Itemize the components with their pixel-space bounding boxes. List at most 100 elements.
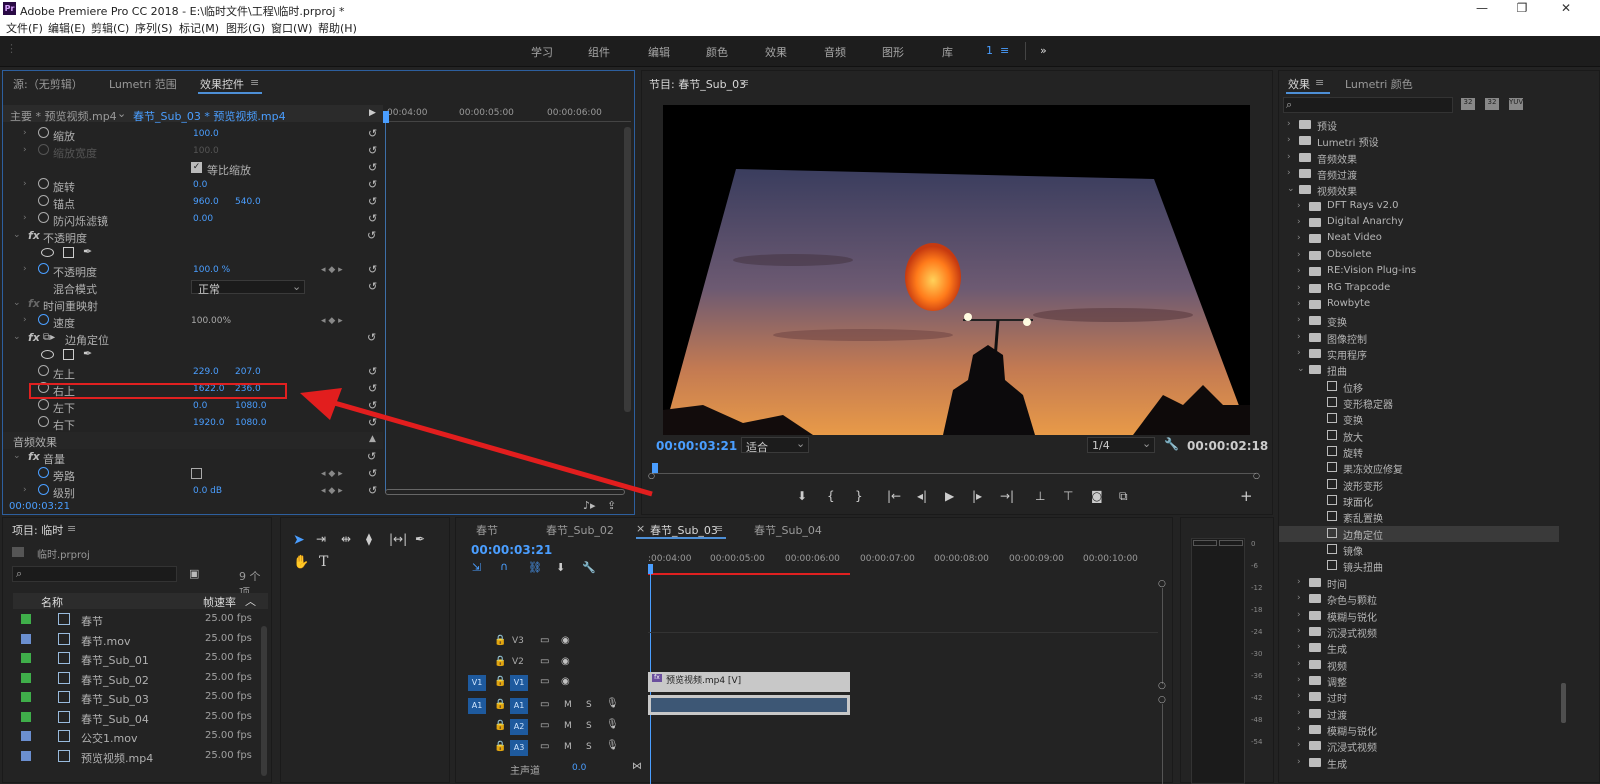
- master-volume[interactable]: 0.0: [572, 763, 586, 773]
- effect-folder[interactable]: › 沉浸式视频: [1279, 738, 1559, 754]
- effect-folder[interactable]: › 生成: [1279, 640, 1559, 656]
- expand-arrow-icon[interactable]: ›: [1297, 233, 1301, 243]
- expand-arrow-icon[interactable]: ›: [1297, 757, 1301, 767]
- effect-item[interactable]: 球面化: [1279, 493, 1559, 509]
- reset-icon[interactable]: ↺: [368, 127, 377, 140]
- menu-graphics[interactable]: 图形(G): [226, 20, 265, 36]
- expand-arrow-icon[interactable]: ›: [1297, 740, 1301, 750]
- expand-arrow-icon[interactable]: ›: [1297, 626, 1301, 636]
- effect-folder[interactable]: › 视频: [1279, 657, 1559, 673]
- effect-item[interactable]: 果冻效应修复: [1279, 460, 1559, 476]
- label-color-swatch[interactable]: [21, 633, 31, 644]
- workspace-learn[interactable]: 学习: [531, 44, 553, 60]
- fx-icon[interactable]: fx: [28, 331, 40, 344]
- property-value[interactable]: 0.0: [193, 401, 207, 411]
- project-item[interactable]: 春节_Sub_02 25.00 fps: [13, 669, 268, 688]
- resolution-select[interactable]: 1/4 ⌄: [1087, 437, 1155, 453]
- effect-folder[interactable]: › Lumetri 预设: [1279, 133, 1559, 149]
- property-value[interactable]: 100.0 %: [193, 265, 230, 275]
- project-item[interactable]: 春节_Sub_03 25.00 fps: [13, 688, 268, 707]
- effect-folder[interactable]: › 沉浸式视频: [1279, 624, 1559, 640]
- chevron-down-icon[interactable]: ⌄: [117, 107, 126, 120]
- reset-icon[interactable]: ↺: [368, 212, 377, 225]
- reset-icon[interactable]: ↺: [368, 365, 377, 378]
- project-item[interactable]: 春节 25.00 fps: [13, 610, 268, 629]
- menu-clip[interactable]: 剪辑(C): [91, 20, 129, 36]
- property-value[interactable]: 960.0: [193, 197, 219, 207]
- scroll-handle[interactable]: ○: [1158, 681, 1166, 691]
- menu-file[interactable]: 文件(F): [6, 20, 43, 36]
- play-icon[interactable]: ▶: [945, 489, 954, 503]
- sequence-tab[interactable]: 春节_Sub_02: [546, 522, 614, 538]
- expand-arrow-icon[interactable]: ›: [23, 213, 27, 223]
- mute-button[interactable]: M: [564, 742, 572, 752]
- lock-icon[interactable]: 🔒: [494, 656, 506, 667]
- expand-arrow-icon[interactable]: ›: [1297, 577, 1301, 587]
- type-tool-icon[interactable]: T: [319, 554, 328, 570]
- effect-folder[interactable]: › 调整: [1279, 673, 1559, 689]
- property-value[interactable]: 1920.0: [193, 418, 225, 428]
- v-scroll-track[interactable]: [1162, 704, 1163, 784]
- sync-icon[interactable]: ▭: [540, 676, 549, 687]
- project-search-input[interactable]: ⌕: [12, 566, 177, 582]
- rectangle-mask-icon[interactable]: [63, 349, 74, 360]
- expand-arrow-icon[interactable]: ›: [1287, 152, 1291, 162]
- stopwatch-icon[interactable]: [38, 365, 49, 376]
- stopwatch-icon[interactable]: [38, 195, 49, 206]
- expand-arrow-icon[interactable]: ›: [1287, 168, 1291, 178]
- hand-tool-icon[interactable]: ✋: [293, 555, 309, 570]
- effect-folder[interactable]: › 预设: [1279, 117, 1559, 133]
- expand-arrow-icon[interactable]: ›: [23, 264, 27, 274]
- wrench-icon[interactable]: 🔧: [1164, 437, 1179, 451]
- track-select-tool-icon[interactable]: ⇥: [316, 532, 326, 546]
- property-value[interactable]: 1080.0: [235, 418, 267, 428]
- mic-icon[interactable]: 🎙: [606, 698, 619, 709]
- effect-folder[interactable]: › 模糊与锐化: [1279, 722, 1559, 738]
- ripple-edit-tool-icon[interactable]: ⇹: [341, 532, 351, 546]
- expand-arrow-icon[interactable]: ›: [1297, 708, 1301, 718]
- add-marker-icon[interactable]: ⬇: [556, 561, 565, 574]
- maximize-icon[interactable]: ❐: [1502, 1, 1542, 17]
- panel-menu-icon[interactable]: ≡: [714, 522, 723, 535]
- expand-arrow-icon[interactable]: ›: [1297, 266, 1301, 276]
- play-audio-icon[interactable]: ♪▸: [583, 499, 596, 512]
- keyframe-nav-icon[interactable]: ◂ ◆ ▸: [321, 265, 343, 275]
- effect-folder[interactable]: › 模糊与锐化: [1279, 608, 1559, 624]
- effect-folder[interactable]: › 实用程序: [1279, 346, 1559, 362]
- project-item[interactable]: 春节_Sub_01 25.00 fps: [13, 649, 268, 668]
- track-target-v1[interactable]: V1: [510, 675, 528, 691]
- workspace-effects[interactable]: 效果: [765, 44, 787, 60]
- ellipse-mask-icon[interactable]: [41, 248, 54, 257]
- stopwatch-icon[interactable]: [38, 484, 49, 495]
- stopwatch-icon[interactable]: [38, 263, 49, 274]
- expand-arrow-icon[interactable]: ›: [1297, 675, 1301, 685]
- menu-sequence[interactable]: 序列(S): [135, 20, 173, 36]
- expand-arrow-icon[interactable]: ›: [1297, 724, 1301, 734]
- collapse-arrow-icon[interactable]: ⌄: [13, 230, 21, 240]
- stopwatch-icon[interactable]: [38, 399, 49, 410]
- stopwatch-icon[interactable]: [38, 127, 49, 138]
- panel-menu-icon[interactable]: ≡: [1315, 76, 1324, 89]
- effects-search-input[interactable]: ⌕: [1283, 97, 1453, 113]
- eye-icon[interactable]: ◉: [561, 676, 570, 687]
- solo-button[interactable]: S: [586, 700, 592, 710]
- label-color-swatch[interactable]: [21, 672, 31, 683]
- source-patch-a1[interactable]: A1: [468, 698, 486, 714]
- time-remap-section[interactable]: ⌄ fx 时间重映射: [3, 296, 383, 313]
- fx-icon[interactable]: fx: [28, 229, 40, 242]
- stopwatch-icon[interactable]: [38, 212, 49, 223]
- stopwatch-icon[interactable]: [38, 416, 49, 427]
- program-video-frame[interactable]: [663, 105, 1250, 435]
- camera-icon[interactable]: ◙: [1091, 489, 1103, 503]
- source-patch-v1[interactable]: V1: [468, 675, 486, 691]
- panel-menu-icon[interactable]: ≡: [740, 76, 749, 89]
- project-scrollbar[interactable]: [261, 626, 267, 776]
- effect-folder[interactable]: › 生成: [1279, 755, 1559, 771]
- menu-help[interactable]: 帮助(H): [318, 20, 357, 36]
- panel-menu-icon[interactable]: ≡: [67, 522, 76, 535]
- meter-peak-left[interactable]: [1193, 540, 1217, 546]
- compare-icon[interactable]: ⧉: [1119, 489, 1128, 504]
- sync-icon[interactable]: ▭: [540, 635, 549, 646]
- expand-arrow-icon[interactable]: ›: [23, 128, 27, 138]
- razor-tool-icon[interactable]: ⧫: [366, 532, 372, 546]
